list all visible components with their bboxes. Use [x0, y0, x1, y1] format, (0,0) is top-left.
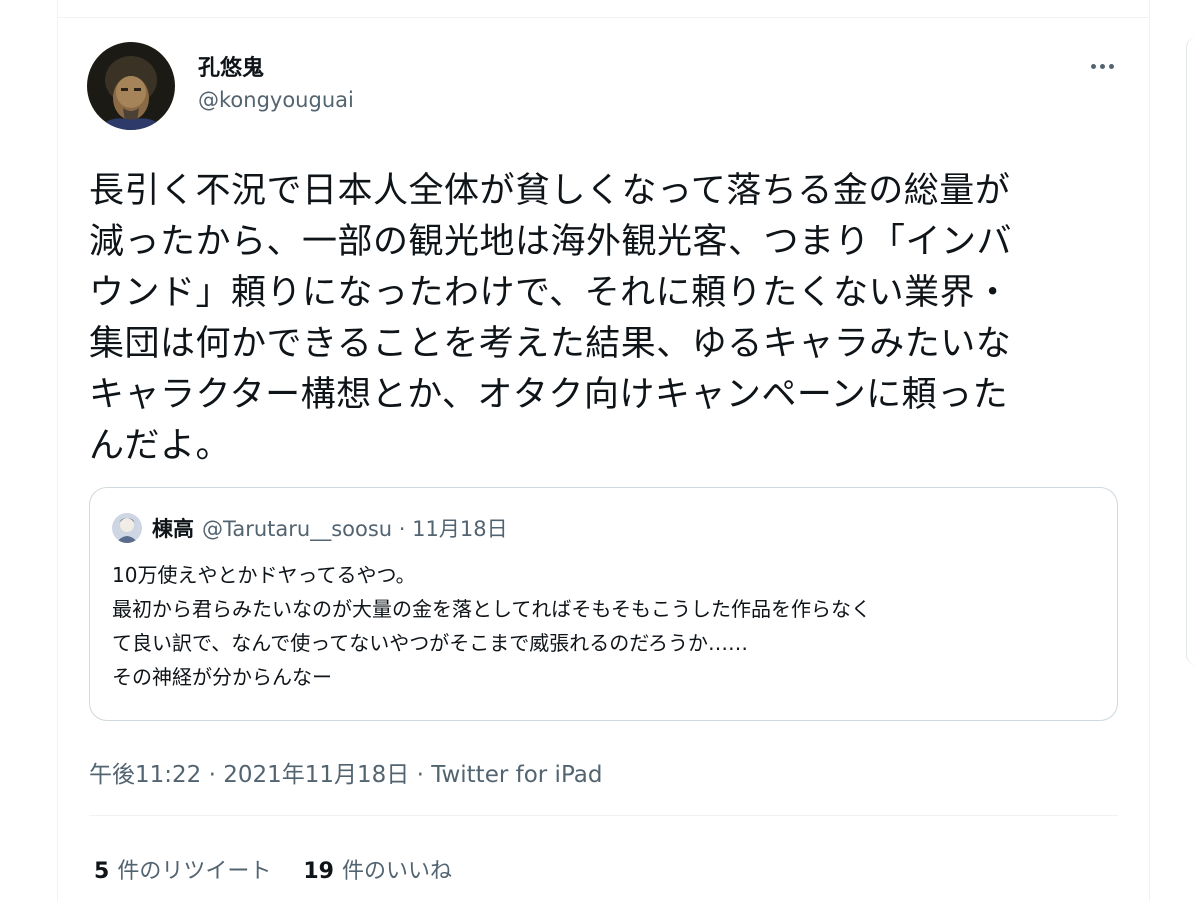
likes-stat[interactable]: 19 件のいいね [303, 859, 452, 884]
like-count: 19 [303, 859, 334, 884]
tweet-text-line: 減ったから、一部の観光地は海外観光客、つまり「インバ [89, 222, 1013, 262]
tweet-text-line: 集団は何かできることを考えた結果、ゆるキャラみたいな [89, 324, 1012, 364]
side-scrollbar[interactable] [1186, 36, 1200, 666]
quoted-tweet-card[interactable]: 棟高 @Tarutaru__soosu · 11月18日 10万使えやとかドヤっ… [89, 487, 1118, 721]
more-horizontal-icon [1090, 63, 1096, 69]
avatar[interactable] [87, 42, 175, 130]
retweet-count: 5 [94, 859, 110, 884]
like-label: 件のいいね [341, 859, 452, 884]
quoted-tweet-header: 棟高 @Tarutaru__soosu · 11月18日 [112, 512, 508, 544]
top-divider [57, 17, 1149, 18]
quoted-text-line: て良い訳で、なんで使ってないやつがそこまで威張れるのだろうか…… [112, 631, 748, 655]
quoted-tweet-text: 10万使えやとかドヤってるやつ。 最初から君らみたいなのが大量の金を落としてれば… [112, 558, 1102, 694]
tweet-text-line: んだよ。 [89, 426, 232, 466]
tweet-timestamp[interactable]: 午後11:22 · 2021年11月18日 · Twitter for iPad [89, 755, 602, 789]
retweet-label: 件のリツイート [117, 859, 272, 884]
quoted-text-line: 10万使えやとかドヤってるやつ。 [112, 563, 416, 587]
more-options-button[interactable] [1084, 54, 1120, 78]
more-horizontal-icon-dot [1108, 63, 1114, 69]
quoted-author-name: 棟高 [152, 517, 194, 541]
tweet-text-line: ウンド」頼りになったわけで、それに頼りたくない業界・ [89, 273, 1011, 313]
author-handle[interactable]: @kongyouguai [198, 88, 354, 112]
quoted-author-meta: @Tarutaru__soosu · 11月18日 [202, 517, 508, 541]
tweet-text-line: 長引く不況で日本人全体が貧しくなって落ちる金の総量が [89, 171, 1011, 211]
tweet-text: 長引く不況で日本人全体が貧しくなって落ちる金の総量が 減ったから、一部の観光地は… [89, 166, 1129, 472]
quoted-text-line: その神経が分からんなー [112, 665, 332, 689]
avatar-small [112, 513, 142, 543]
quoted-text-line: 最初から君らみたいなのが大量の金を落としてればそもそもこうした作品を作らなく [112, 597, 871, 621]
engagement-stats: 5 件のリツイート 19 件のいいね [94, 853, 452, 885]
timeline-border-left [57, 0, 58, 901]
more-horizontal-icon-dot [1099, 63, 1105, 69]
stats-divider [89, 815, 1118, 816]
retweets-stat[interactable]: 5 件のリツイート [94, 859, 271, 884]
timeline-border-right [1149, 0, 1150, 901]
author-display-name[interactable]: 孔悠鬼 [198, 50, 264, 82]
tweet-text-line: キャラクター構想とか、オタク向けキャンペーンに頼った [89, 375, 1009, 415]
